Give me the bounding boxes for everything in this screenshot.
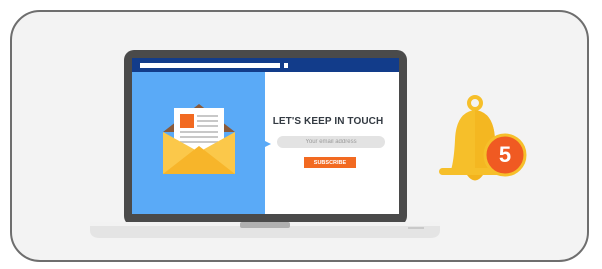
notification-count-badge: 5	[498, 142, 512, 167]
